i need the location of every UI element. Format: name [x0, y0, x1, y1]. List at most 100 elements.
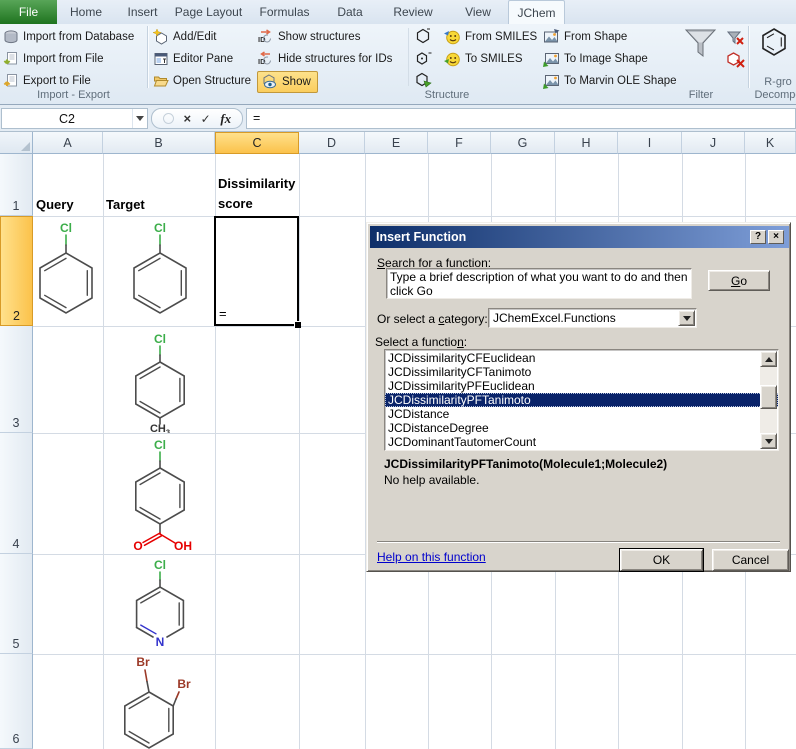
to-marvin-ole-shape-button[interactable]: To Marvin OLE Shape	[543, 71, 677, 91]
cancel-button[interactable]: Cancel	[712, 549, 789, 571]
structure-tool-1-button[interactable]	[414, 26, 432, 46]
import-from-database-button[interactable]: Import from Database	[3, 27, 134, 47]
formula-input[interactable]: =	[246, 108, 796, 129]
row-header-3[interactable]: 3	[0, 326, 33, 433]
dialog-help-icon[interactable]: ?	[750, 230, 766, 244]
molecule-a2-chlorobenzene[interactable]: Cl	[18, 219, 114, 325]
structure-tool-2-button[interactable]	[414, 48, 432, 68]
from-smiles-label: From SMILES	[465, 31, 537, 43]
category-dropdown-arrow-icon[interactable]	[678, 310, 695, 326]
row-header-4[interactable]: 4	[0, 433, 33, 554]
search-function-input[interactable]: Type a brief description of what you wan…	[386, 268, 692, 299]
tab-jchem[interactable]: JChem	[508, 0, 565, 24]
tab-view[interactable]: View	[448, 0, 508, 24]
show-structures-button[interactable]: ID Show structures	[257, 27, 360, 47]
function-list-item[interactable]: JCDistanceDegree	[385, 421, 778, 435]
editor-pane-button[interactable]: Editor Pane	[153, 49, 233, 69]
cell-b1-target[interactable]: Target	[106, 197, 145, 212]
to-image-shape-label: To Image Shape	[564, 53, 648, 65]
function-list-item[interactable]: JCDistance	[385, 407, 778, 421]
category-dropdown[interactable]: JChemExcel.Functions	[488, 308, 697, 328]
remove-structure-filter-button[interactable]	[727, 50, 745, 70]
tab-insert[interactable]: Insert	[115, 0, 170, 24]
row-header-5[interactable]: 5	[0, 554, 33, 654]
go-button[interactable]: Go	[708, 270, 770, 291]
editor-pane-label: Editor Pane	[173, 53, 233, 65]
tab-page-layout[interactable]: Page Layout	[170, 0, 247, 24]
column-header-f[interactable]: F	[428, 132, 491, 154]
function-list-item[interactable]: JCDominantTautomerCount	[385, 435, 778, 449]
cell-c1-line1[interactable]: Dissimilarity	[218, 176, 295, 191]
tab-formulas[interactable]: Formulas	[247, 0, 322, 24]
column-header-a[interactable]: A	[33, 132, 103, 154]
fill-handle[interactable]	[294, 321, 301, 328]
formula-bar: C2 × ✓ fx =	[0, 105, 796, 132]
cancel-entry-icon[interactable]: ×	[183, 111, 191, 126]
structure-tool-3-button[interactable]	[414, 70, 432, 90]
row-header-1[interactable]: 1	[0, 154, 33, 216]
open-structure-button[interactable]: Open Structure	[153, 71, 251, 91]
column-header-j[interactable]: J	[682, 132, 745, 154]
function-list-item-selected[interactable]: JCDissimilarityPFTanimoto	[385, 393, 778, 407]
rgroup-decompose-button[interactable]	[758, 26, 790, 58]
from-shape-label: From Shape	[564, 31, 627, 43]
column-header-b[interactable]: B	[103, 132, 215, 154]
help-on-this-function-link[interactable]: Help on this function	[377, 550, 486, 564]
molecule-b3-chlorotoluene[interactable]: Cl CH3	[112, 331, 208, 433]
molecule-b5-chloropyridine[interactable]: Cl N	[112, 557, 208, 651]
selected-cell-c2[interactable]: =	[214, 216, 299, 326]
to-smiles-button[interactable]: To SMILES	[444, 49, 523, 69]
select-all-corner[interactable]	[0, 132, 33, 154]
hide-structures-for-ids-label: Hide structures for IDs	[278, 53, 392, 65]
function-signature: JCDissimilarityPFTanimoto(Molecule1;Mole…	[384, 457, 667, 471]
column-header-i[interactable]: I	[618, 132, 682, 154]
insert-function-icon[interactable]: fx	[220, 111, 231, 127]
enter-entry-icon[interactable]: ✓	[201, 112, 211, 126]
category-label: Or select a category:	[377, 312, 488, 326]
column-header-h[interactable]: H	[555, 132, 618, 154]
hide-structures-ids-icon: ID	[257, 51, 274, 67]
column-header-c[interactable]: C	[215, 132, 299, 154]
to-image-shape-button[interactable]: To Image Shape	[543, 49, 648, 69]
tab-review[interactable]: Review	[378, 0, 448, 24]
column-header-k[interactable]: K	[745, 132, 796, 154]
tab-file[interactable]: File	[0, 0, 57, 24]
hide-structures-for-ids-button[interactable]: ID Hide structures for IDs	[257, 49, 392, 69]
molecule-b6-dibromobenzene[interactable]: Br Br	[105, 652, 205, 749]
ok-button[interactable]: OK	[620, 549, 703, 571]
name-box[interactable]: C2	[1, 108, 148, 129]
function-list-item[interactable]: JCDissimilarityCFEuclidean	[385, 351, 778, 365]
show-structures-ids-icon: ID	[257, 29, 274, 45]
column-header-g[interactable]: G	[491, 132, 555, 154]
svg-text:ID: ID	[258, 35, 266, 44]
from-shape-button[interactable]: From Shape	[543, 27, 627, 47]
dialog-close-icon[interactable]: ×	[768, 230, 784, 244]
row-header-6[interactable]: 6	[0, 654, 33, 749]
list-scrollbar[interactable]	[760, 351, 777, 449]
molecule-b4-chlorobenzoic-acid[interactable]: Cl O OH	[112, 437, 208, 553]
function-list-item[interactable]: JCDissimilarityPFEuclidean	[385, 379, 778, 393]
filter-button[interactable]	[682, 27, 720, 61]
tab-data[interactable]: Data	[322, 0, 378, 24]
dialog-title-bar[interactable]: Insert Function	[370, 226, 789, 248]
scrollbar-thumb[interactable]	[760, 385, 777, 409]
from-smiles-button[interactable]: From SMILES	[444, 27, 537, 47]
category-dropdown-value: JChemExcel.Functions	[493, 311, 616, 325]
export-to-file-button[interactable]: Export to File	[3, 71, 91, 91]
scroll-down-icon[interactable]	[760, 433, 777, 449]
import-from-file-button[interactable]: Import from File	[3, 49, 104, 69]
open-structure-label: Open Structure	[173, 75, 251, 87]
scroll-up-icon[interactable]	[760, 351, 777, 367]
function-list-item[interactable]: JCDissimilarityCFTanimoto	[385, 365, 778, 379]
clear-filter-button[interactable]	[727, 28, 745, 48]
tab-home[interactable]: Home	[57, 0, 115, 24]
editor-pane-icon	[153, 51, 169, 67]
add-edit-button[interactable]: Add/Edit	[153, 27, 216, 47]
cl-atom-label: Cl	[154, 438, 166, 452]
molecule-b2-chlorobenzene[interactable]: Cl	[112, 219, 208, 325]
column-header-d[interactable]: D	[299, 132, 365, 154]
cell-a1-query[interactable]: Query	[36, 197, 74, 212]
column-header-e[interactable]: E	[365, 132, 428, 154]
name-box-dropdown-icon[interactable]	[132, 109, 147, 128]
cell-c1-line2[interactable]: score	[218, 196, 253, 211]
